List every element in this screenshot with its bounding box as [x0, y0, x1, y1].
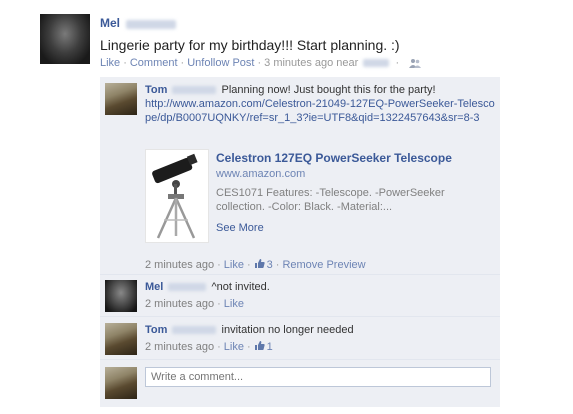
comment-url[interactable]: http://www.amazon.com/Celestron-21049-12…: [145, 98, 495, 124]
thumbs-up-icon: [254, 259, 265, 268]
telescope-image: [152, 153, 198, 239]
like-count[interactable]: 3: [254, 259, 273, 271]
comment-like-link[interactable]: Like: [224, 298, 244, 310]
comment: Tom Planning now! Just bought this for t…: [100, 77, 500, 274]
redacted-surname: [126, 19, 177, 29]
comment-meta: 2 minutes ago · Like · 1: [145, 341, 273, 353]
post-author-name[interactable]: Mel: [100, 16, 120, 30]
comment-composer: [100, 359, 500, 408]
unfollow-post-link[interactable]: Unfollow Post: [187, 57, 254, 69]
post-like-link[interactable]: Like: [100, 57, 120, 69]
redacted-surname: [172, 326, 217, 335]
telescope-thumbnail[interactable]: [145, 149, 209, 243]
comment-body: Mel ^not invited. 2 minutes ago · Like: [145, 280, 495, 311]
link-preview-domain: www.amazon.com: [216, 168, 306, 180]
link-preview-description: CES1071 Features: -Telescope. -PowerSeek…: [216, 187, 445, 213]
comment-timestamp[interactable]: 2 minutes ago: [145, 298, 214, 310]
redacted-location: [363, 59, 390, 68]
comment-timestamp[interactable]: 2 minutes ago: [145, 259, 214, 271]
comment-author-avatar[interactable]: [105, 83, 137, 115]
post-comment-link[interactable]: Comment: [130, 57, 178, 69]
comment-like-link[interactable]: Like: [224, 341, 244, 353]
comment-author-avatar[interactable]: [105, 323, 137, 355]
comment-author-name[interactable]: Tom: [145, 84, 167, 96]
link-preview: Celestron 127EQ PowerSeeker Telescope ww…: [216, 151, 476, 234]
comment-section: Tom Planning now! Just bought this for t…: [100, 77, 500, 407]
like-count[interactable]: 1: [254, 341, 273, 353]
comment: Tom invitation no longer needed 2 minute…: [100, 316, 500, 360]
comment-author-name[interactable]: Tom: [145, 324, 167, 336]
comment: Mel ^not invited. 2 minutes ago · Like: [100, 274, 500, 317]
post-text: Lingerie party for my birthday!!! Start …: [100, 37, 400, 53]
see-more-link[interactable]: See More: [216, 222, 476, 234]
comment-author-avatar[interactable]: [105, 280, 137, 312]
comment-timestamp[interactable]: 2 minutes ago: [145, 341, 214, 353]
viewer-avatar: [105, 367, 137, 399]
like-count-number: 3: [266, 259, 273, 271]
post: Mel Lingerie party for my birthday!!! St…: [100, 16, 550, 69]
comment-meta: 2 minutes ago · Like · 3 · Remove Preview: [145, 259, 366, 271]
post-meta: Like · Comment · Unfollow Post · 3 minutes ago…: [100, 57, 550, 69]
comment-text: invitation no longer needed: [221, 324, 354, 336]
remove-preview-link[interactable]: Remove Preview: [282, 259, 365, 271]
link-preview-title[interactable]: Celestron 127EQ PowerSeeker Telescope: [216, 151, 476, 165]
comment-meta: 2 minutes ago · Like: [145, 298, 244, 310]
redacted-surname: [168, 283, 207, 292]
like-count-number: 1: [266, 341, 273, 353]
write-comment-input[interactable]: [145, 367, 491, 387]
redacted-surname: [172, 86, 217, 95]
thumbs-up-icon: [254, 341, 265, 350]
comment-text: ^not invited.: [211, 281, 270, 293]
comment-body: Tom invitation no longer needed 2 minute…: [145, 323, 495, 354]
comment-author-name[interactable]: Mel: [145, 281, 163, 293]
post-timestamp[interactable]: 3 minutes ago near: [264, 57, 358, 69]
comment-like-link[interactable]: Like: [224, 259, 244, 271]
comment-body: Tom Planning now! Just bought this for t…: [145, 83, 495, 125]
friends-icon: [409, 59, 422, 69]
comment-text: Planning now! Just bought this for the p…: [221, 84, 436, 96]
post-author-avatar[interactable]: [40, 14, 90, 64]
